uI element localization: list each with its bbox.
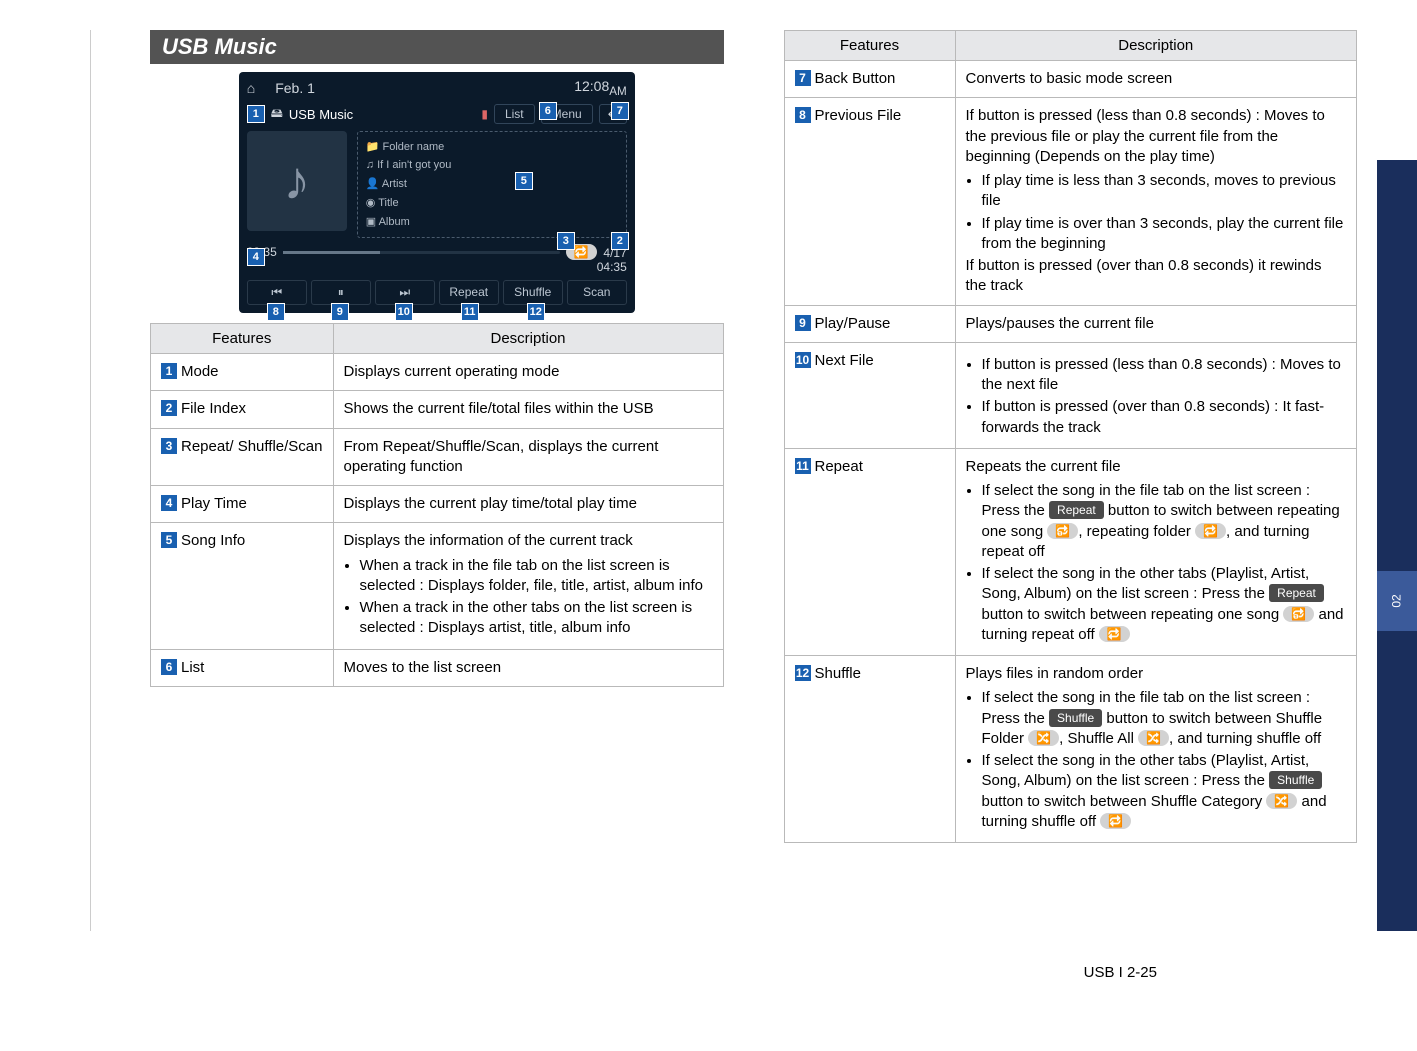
callout-9: 9	[331, 303, 349, 321]
battery-icon: ▮	[481, 107, 488, 121]
shuffle-chip: Shuffle	[1269, 771, 1322, 789]
shuffle-off-icon: 🔁	[1100, 813, 1131, 829]
shuffle-category-icon: 🔀	[1266, 793, 1297, 809]
repeat-button[interactable]: Repeat	[439, 280, 499, 305]
margin-rule	[90, 30, 91, 931]
page-footer: USB I 2-25	[1084, 964, 1157, 981]
section-heading: USB Music	[150, 30, 724, 64]
table-row: 2File Index Shows the current file/total…	[151, 391, 724, 428]
status-date: Feb. 1	[275, 80, 315, 96]
repeat-one-icon: 🔂	[1283, 606, 1314, 622]
callout-8: 8	[267, 303, 285, 321]
scan-button[interactable]: Scan	[567, 280, 627, 305]
usb-icon: 🖴	[271, 104, 283, 125]
table-row: 4Play Time Displays the current play tim…	[151, 486, 724, 523]
callout-10: 10	[395, 303, 413, 321]
usb-music-screenshot: ⌂ Feb. 1 12:08AM 1 🖴 USB Music ▮ List Me…	[239, 72, 635, 313]
status-time: 12:08AM	[574, 78, 627, 98]
table-row: 5Song Info Displays the information of t…	[151, 523, 724, 649]
table-row: 7Back Button Converts to basic mode scre…	[784, 61, 1357, 98]
repeat-chip: Repeat	[1269, 584, 1324, 602]
home-icon: ⌂	[247, 80, 255, 96]
table-row: 10Next File If button is pressed (less t…	[784, 342, 1357, 448]
prev-button[interactable]: ⏮	[247, 280, 307, 305]
repeat-one-icon: 🔂	[1047, 523, 1078, 539]
list-button[interactable]: List	[494, 104, 535, 124]
callout-11: 11	[461, 303, 479, 321]
mode-title: USB Music	[289, 107, 353, 122]
callout-1: 1	[247, 105, 265, 123]
callout-12: 12	[527, 303, 545, 321]
table-row: 8Previous File If button is pressed (les…	[784, 98, 1357, 305]
song-info-box: 📁 Folder name ♫ If I ain't got you 👤 Art…	[357, 131, 627, 238]
manual-page: 02 USB Music ⌂ Feb. 1 12:08AM 1 🖴 USB Mu…	[0, 0, 1417, 1051]
next-button[interactable]: ⏭	[375, 280, 435, 305]
callout-2: 2	[611, 232, 629, 250]
album-art: ♪	[247, 131, 347, 231]
callout-3: 3	[557, 232, 575, 250]
repeat-chip: Repeat	[1049, 501, 1104, 519]
progress-bar[interactable]	[283, 251, 560, 254]
callout-4: 4	[247, 248, 265, 266]
right-column: Features Description 7Back Button Conver…	[784, 30, 1358, 843]
features-table-2: Features Description 7Back Button Conver…	[784, 30, 1358, 843]
shuffle-all-icon: 🔀	[1138, 730, 1169, 746]
table-row: 1Mode Displays current operating mode	[151, 354, 724, 391]
table-row: 12Shuffle Plays files in random order If…	[784, 656, 1357, 843]
shuffle-folder-icon: 🔀	[1028, 730, 1059, 746]
th-features: Features	[151, 324, 334, 354]
table-row: 11Repeat Repeats the current file If sel…	[784, 448, 1357, 655]
callout-6: 6	[539, 102, 557, 120]
shuffle-chip: Shuffle	[1049, 709, 1102, 727]
play-pause-button[interactable]: ⏸	[311, 280, 371, 305]
table-row: 6List Moves to the list screen	[151, 649, 724, 686]
shuffle-button[interactable]: Shuffle	[503, 280, 563, 305]
repeat-off-icon: 🔁	[1099, 626, 1130, 642]
callout-5: 5	[515, 172, 533, 190]
th-features: Features	[784, 31, 955, 61]
th-description: Description	[333, 324, 723, 354]
left-column: USB Music ⌂ Feb. 1 12:08AM 1 🖴 USB Music…	[150, 30, 724, 843]
table-row: 9Play/Pause Plays/pauses the current fil…	[784, 305, 1357, 342]
th-description: Description	[955, 31, 1357, 61]
chapter-number: 02	[1377, 571, 1417, 631]
table-row: 3Repeat/ Shuffle/Scan From Repeat/Shuffl…	[151, 428, 724, 486]
repeat-folder-icon: 🔁	[1195, 523, 1226, 539]
chapter-side-tab: 02	[1377, 160, 1417, 931]
total-time: 04:35	[597, 260, 627, 274]
features-table-1: Features Description 1Mode Displays curr…	[150, 323, 724, 687]
callout-7: 7	[611, 102, 629, 120]
